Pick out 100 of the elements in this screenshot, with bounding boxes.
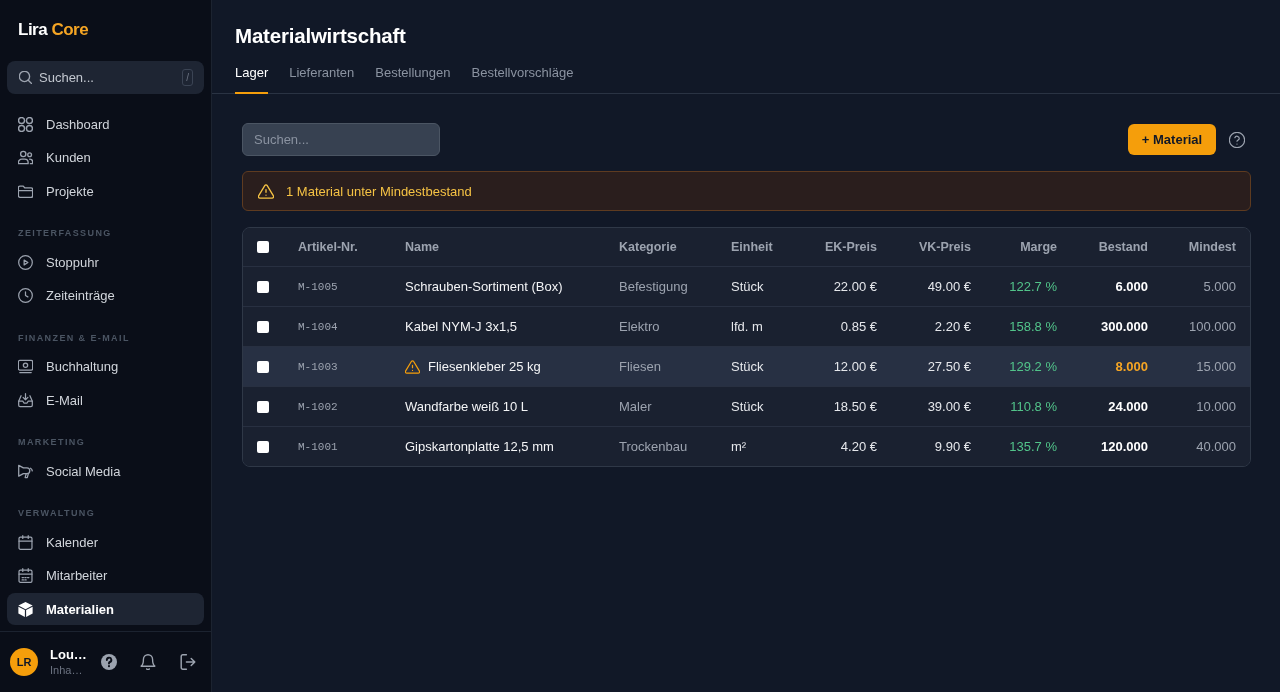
margin: 110.8 %	[1010, 399, 1057, 414]
column-header[interactable]: Kategorie	[619, 240, 677, 254]
column-header[interactable]: Bestand	[1098, 240, 1148, 254]
users-icon	[18, 150, 33, 165]
play-circle-icon	[18, 254, 33, 270]
shortcut-key: /	[182, 69, 193, 86]
help-icon[interactable]	[101, 654, 117, 670]
nav-item[interactable]: E-Mail	[7, 384, 204, 416]
unit: Stück	[731, 279, 764, 294]
column-header[interactable]: Name	[405, 240, 440, 254]
tab[interactable]: Bestellungen	[375, 65, 451, 94]
nav-item[interactable]: Mitarbeiter	[7, 559, 204, 592]
material-name: Kabel NYM-J 3x1,5	[405, 319, 517, 334]
table-row[interactable]: M-1003 Fliesenkleber 25 kg Fliesen Stück 12.00 € 27.50 € 129.2 % 8.000 15.000	[243, 346, 1250, 386]
table-row[interactable]: M-1001 Gipskartonplatte 12,5 mm Trockenbau m² 4.20 € 9.90 € 135.7 % 120.000 40.000	[243, 426, 1250, 466]
nav-item[interactable]: Materialien	[7, 593, 204, 625]
inbox-icon	[18, 392, 33, 408]
article-number: M-1003	[298, 360, 338, 373]
logout-icon[interactable]	[180, 654, 196, 670]
nav-item[interactable]: Buchhaltung	[7, 350, 204, 383]
tab[interactable]: Lager	[235, 65, 269, 94]
column-header[interactable]: VK-Preis	[918, 240, 971, 254]
help-icon[interactable]	[1229, 131, 1245, 148]
select-all-checkbox[interactable]	[257, 241, 269, 253]
folder-icon	[18, 183, 33, 199]
megaphone-icon	[18, 463, 33, 479]
search-icon	[19, 71, 32, 84]
unit: lfd. m	[731, 319, 763, 334]
minimum-stock: 5.000	[1203, 279, 1236, 294]
column-header[interactable]: Marge	[1020, 240, 1057, 254]
margin: 135.7 %	[1009, 439, 1057, 454]
material-name: Fliesenkleber 25 kg	[428, 359, 541, 374]
nav-item[interactable]: Dashboard	[7, 108, 204, 140]
cube-icon	[18, 601, 33, 617]
row-checkbox[interactable]	[257, 360, 269, 373]
row-checkbox[interactable]	[257, 320, 269, 333]
sale-price: 27.50 €	[927, 359, 971, 374]
nav-item[interactable]: Kunden	[7, 141, 204, 174]
nav-item[interactable]: Stoppuhr	[7, 246, 204, 278]
bell-icon[interactable]	[140, 654, 156, 670]
section-heading: FINANZEN & E-MAIL	[18, 331, 130, 344]
minimum-stock: 40.000	[1196, 439, 1236, 454]
user-role: Inha…	[50, 664, 83, 677]
material-name: Schrauben-Sortiment (Box)	[405, 279, 563, 294]
search-field[interactable]: Suchen...	[242, 123, 440, 156]
nav-item[interactable]: Projekte	[7, 175, 204, 207]
minimum-stock: 15.000	[1196, 359, 1236, 374]
nav-item[interactable]: Kalender	[7, 526, 204, 558]
banknote-icon	[18, 359, 33, 374]
margin: 158.8 %	[1009, 319, 1057, 334]
row-checkbox[interactable]	[257, 400, 269, 413]
unit: Stück	[731, 399, 764, 414]
app-logo: Lira Core	[18, 20, 89, 40]
purchase-price: 4.20 €	[840, 439, 877, 454]
purchase-price: 18.50 €	[833, 399, 877, 414]
article-number: M-1005	[298, 280, 338, 293]
nav-item[interactable]: Zeiteinträge	[7, 279, 204, 312]
purchase-price: 0.85 €	[840, 319, 877, 334]
minimum-stock: 100.000	[1189, 319, 1236, 334]
unit: Stück	[731, 359, 764, 374]
column-header[interactable]: EK-Preis	[824, 240, 877, 254]
column-header[interactable]: Mindest	[1188, 240, 1236, 254]
section-heading: ZEITERFASSUNG	[18, 227, 112, 239]
stock-level: 120.000	[1101, 439, 1148, 454]
margin: 122.7 %	[1009, 279, 1057, 294]
stock-level: 6.000	[1115, 279, 1148, 294]
grid-icon	[18, 116, 33, 132]
tab[interactable]: Lieferanten	[289, 65, 355, 94]
category: Trockenbau	[619, 439, 688, 454]
add-material-button[interactable]: + Material	[1128, 124, 1216, 155]
warning-icon	[258, 183, 274, 199]
nav-item[interactable]: Social Media	[7, 455, 204, 487]
page-title: Materialwirtschaft	[235, 24, 406, 48]
category: Fliesen	[619, 359, 661, 374]
sale-price: 9.90 €	[934, 439, 971, 454]
article-number: M-1002	[298, 400, 338, 413]
stock-level: 300.000	[1101, 319, 1148, 334]
tab[interactable]: Bestellvorschläge	[471, 65, 574, 94]
calendar-icon	[18, 534, 33, 550]
stock-level: 24.000	[1108, 399, 1148, 414]
category: Elektro	[619, 319, 660, 334]
purchase-price: 12.00 €	[833, 359, 877, 374]
calendar-icon	[18, 568, 33, 583]
material-name: Wandfarbe weiß 10 L	[405, 399, 529, 414]
row-checkbox[interactable]	[257, 280, 269, 293]
row-checkbox[interactable]	[257, 440, 269, 453]
column-header[interactable]: Einheit	[731, 240, 773, 254]
column-header[interactable]: Artikel-Nr.	[298, 240, 358, 254]
minimum-stock: 10.000	[1196, 399, 1236, 414]
article-number: M-1001	[298, 440, 338, 453]
margin: 129.2 %	[1009, 359, 1057, 374]
section-heading: VERWALTUNG	[18, 507, 96, 519]
sale-price: 39.00 €	[927, 399, 971, 414]
category: Maler	[619, 399, 652, 414]
clock-icon	[18, 288, 33, 303]
section-heading: MARKETING	[18, 436, 86, 448]
stock-level: 8.000	[1115, 359, 1148, 374]
article-number: M-1004	[298, 320, 338, 333]
user-name: Lou…	[50, 647, 87, 663]
sale-price: 49.00 €	[927, 279, 971, 294]
